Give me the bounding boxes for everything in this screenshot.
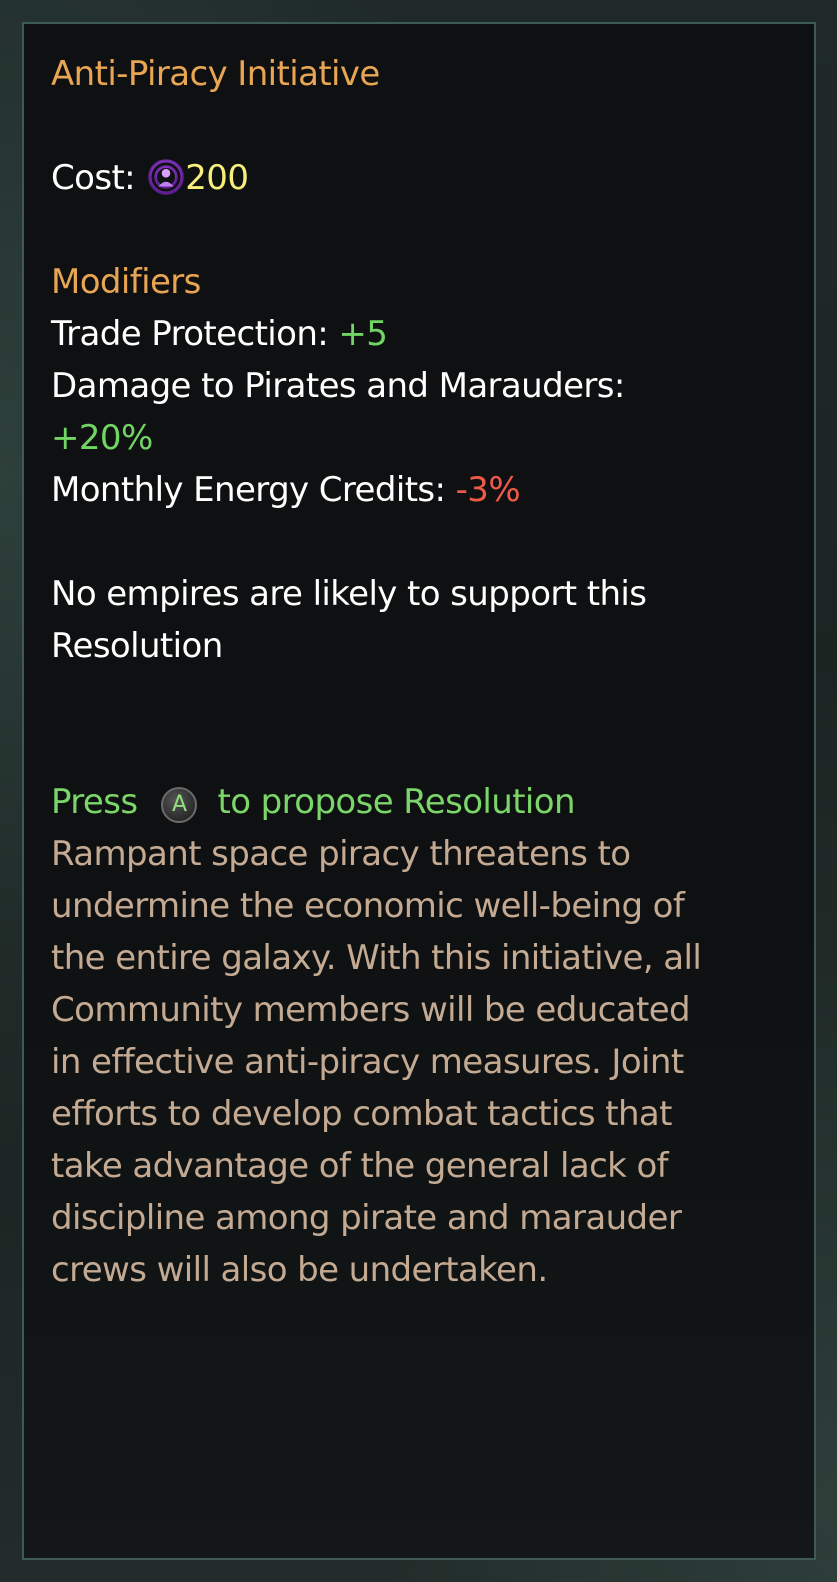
modifier-label: Trade Protection: bbox=[51, 314, 329, 354]
modifier-label: Damage to Pirates and Marauders: bbox=[51, 366, 625, 406]
modifier-row: Monthly Energy Credits: -3% bbox=[51, 464, 788, 516]
modifier-row: Trade Protection: +5 bbox=[51, 308, 788, 360]
description-line: discipline among pirate and marauder bbox=[51, 1198, 682, 1238]
description-line: take advantage of the general lack of bbox=[51, 1146, 669, 1186]
resolution-tooltip: Anti-Piracy Initiative Cost: 200 Modifie… bbox=[22, 22, 816, 1560]
cost-label: Cost: bbox=[51, 158, 136, 198]
modifier-value: +5 bbox=[338, 314, 388, 354]
cost-row: Cost: 200 bbox=[51, 152, 788, 204]
description-line: in effective anti-piracy measures. Joint bbox=[51, 1042, 684, 1082]
modifier-label: Monthly Energy Credits: bbox=[51, 470, 446, 510]
cost-value: 200 bbox=[185, 158, 249, 198]
modifier-row-continued: +20% bbox=[51, 412, 788, 464]
description-line: undermine the economic well-being of bbox=[51, 886, 685, 926]
propose-hint: Press Ato propose Resolution bbox=[51, 776, 788, 828]
modifier-row: Damage to Pirates and Marauders: bbox=[51, 360, 788, 412]
a-button-icon[interactable]: A bbox=[161, 787, 198, 823]
propose-label: to propose Resolution bbox=[217, 782, 575, 822]
description-line: Community members will be educated bbox=[51, 990, 691, 1030]
resolution-description: Rampant space piracy threatens to underm… bbox=[51, 828, 771, 1296]
press-label: Press bbox=[51, 782, 138, 822]
modifier-value: -3% bbox=[455, 470, 521, 510]
resolution-title: Anti-Piracy Initiative bbox=[51, 54, 380, 94]
influence-icon bbox=[148, 159, 185, 195]
description-line: the entire galaxy. With this initiative,… bbox=[51, 938, 702, 978]
support-text: Resolution bbox=[51, 626, 223, 666]
modifier-value: +20% bbox=[51, 418, 153, 458]
description-line: efforts to develop combat tactics that bbox=[51, 1094, 672, 1134]
modifiers-heading: Modifiers bbox=[51, 262, 201, 302]
description-line: Rampant space piracy threatens to bbox=[51, 834, 631, 874]
support-text: No empires are likely to support this bbox=[51, 574, 647, 614]
description-line: crews will also be undertaken. bbox=[51, 1250, 548, 1290]
